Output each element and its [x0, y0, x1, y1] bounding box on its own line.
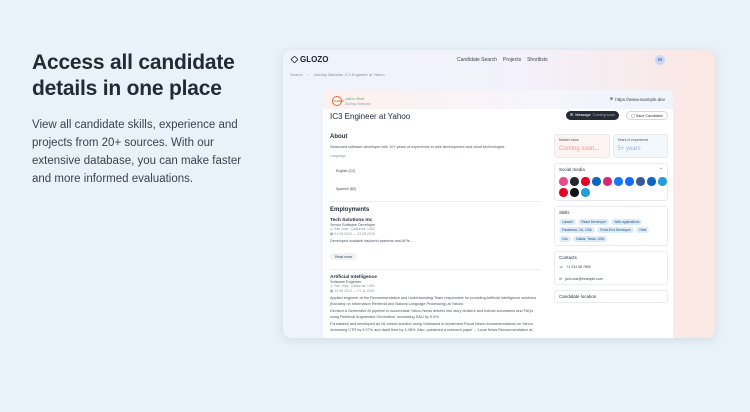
- globe-icon: ⊕: [609, 96, 614, 101]
- linkedin-icon-2[interactable]: [647, 177, 656, 186]
- dribbble-icon[interactable]: [559, 177, 568, 186]
- skill-tag: Css: [559, 235, 571, 242]
- social-heading: Social media: [559, 167, 585, 172]
- job-entry: Artificial Intelligence Software Enginee…: [330, 275, 540, 333]
- behance-icon[interactable]: [625, 177, 634, 186]
- experience-value: 5+ years: [617, 146, 641, 152]
- contact-email[interactable]: ✉ john.doe@example.com: [559, 277, 663, 281]
- mail-icon: ✉: [559, 276, 562, 281]
- message-icon: ✉: [570, 113, 574, 117]
- market-value-box: Market value Coming soon...: [554, 134, 610, 158]
- pinterest-icon[interactable]: [581, 177, 590, 186]
- save-label: Save Candidate: [635, 114, 663, 118]
- nav-links: Candidate Search Projects Shortlists: [457, 57, 548, 63]
- app-screenshot: GLOZO Candidate Search Projects Shortlis…: [283, 50, 715, 338]
- skill-tag: Laravel: [559, 218, 576, 225]
- telegram-icon[interactable]: [658, 177, 667, 186]
- contacts-heading: Contacts: [559, 254, 577, 260]
- main-column: About Seasoned software developer with 1…: [330, 134, 540, 333]
- breadcrumb: Search › Akshay Bahadur IC3 Engineer at …: [290, 72, 385, 77]
- hero-section: Access all candidate details in one plac…: [32, 50, 252, 188]
- github-icon[interactable]: [570, 177, 579, 186]
- message-button[interactable]: ✉ Message Coming soon: [566, 111, 619, 120]
- nav-link-candidate-search[interactable]: Candidate Search: [457, 57, 497, 63]
- candidate-name: Akshay Bahadur: [345, 101, 371, 106]
- job-dates: ▦ 01.06.2015 — 24.08.2020: [330, 232, 375, 236]
- stats-row: Market value Coming soon... Years of exp…: [554, 134, 668, 158]
- job-desc: Applied engineer at the Recommendation a…: [330, 296, 537, 306]
- linkedin-icon[interactable]: [592, 177, 601, 186]
- experience-box: Years of experience 5+ years: [612, 134, 668, 158]
- skill-tag: Web applications: [611, 218, 643, 225]
- nav-link-shortlists[interactable]: Shortlists: [527, 57, 548, 63]
- experience-label: Years of experience: [617, 138, 649, 142]
- location-heading: Candidate location: [559, 293, 597, 299]
- breadcrumb-sep: ›: [307, 72, 310, 77]
- divider: [330, 200, 540, 201]
- language-list: English (C2) Spanish (B2): [330, 159, 540, 195]
- pinterest-icon-2[interactable]: [559, 188, 568, 197]
- skills-list: Laravel React Developer Web applications Pa…: [559, 218, 663, 242]
- contact-phone[interactable]: ☏ +1 234 56 7890: [559, 265, 663, 269]
- side-column: Market value Coming soon... Years of exp…: [554, 134, 668, 303]
- user-avatar[interactable]: M: [655, 55, 665, 65]
- brand-logo[interactable]: GLOZO: [290, 55, 329, 64]
- employments-heading: Employments: [330, 207, 370, 213]
- contacts-box: Contacts ☏ +1 234 56 7890 ✉ john.doe@exa…: [554, 250, 668, 285]
- phone-text: +1 234 56 7890: [566, 264, 591, 269]
- facebook-icon[interactable]: [614, 177, 623, 186]
- instagram-icon[interactable]: [603, 177, 612, 186]
- phone-icon: ☏: [559, 264, 564, 269]
- market-value: Coming soon...: [559, 146, 600, 152]
- company-logo: YAHOO: [332, 96, 344, 106]
- language-item: English (C2): [336, 168, 356, 173]
- job-desc: Formalized and developed an NL-based sol…: [330, 322, 536, 332]
- divider: [330, 268, 540, 269]
- market-value-label: Market value: [559, 138, 580, 142]
- social-icons: [559, 177, 669, 197]
- social-media-box: Social media ⌃: [554, 163, 668, 201]
- facebook-icon-2[interactable]: [636, 177, 645, 186]
- social-header[interactable]: Social media ⌃: [559, 167, 663, 173]
- breadcrumb-search[interactable]: Search: [290, 72, 303, 77]
- tiktok-icon[interactable]: [570, 188, 579, 197]
- breadcrumb-current: Akshay Bahadur IC3 Engineer at Yahoo: [314, 72, 385, 77]
- top-nav: GLOZO Candidate Search Projects Shortlis…: [283, 50, 715, 72]
- job-desc: Developed scalable backend systems and A…: [330, 239, 413, 243]
- message-sub: Coming soon: [592, 113, 615, 117]
- skills-box: Skills Laravel React Developer Web applica…: [554, 205, 668, 246]
- about-heading: About: [330, 134, 348, 140]
- about-text: Seasoned software developer with 10+ yea…: [330, 145, 506, 149]
- hero-title: Access all candidate details in one plac…: [32, 51, 235, 100]
- candidate-header: YAHOO Just In Work Akshay Bahadur ⊕ http…: [323, 90, 673, 109]
- logo-mark-icon: [290, 55, 299, 64]
- skills-heading: Skills: [559, 209, 570, 215]
- hero-body: View all candidate skills, experience an…: [32, 119, 242, 185]
- skill-tag: Pasadena, CA, USA: [559, 227, 595, 233]
- candidate-title: IC3 Engineer at Yahoo: [330, 112, 411, 121]
- skill-tag: Front-End Developer: [597, 227, 634, 233]
- bookmark-icon: ▢: [631, 114, 635, 118]
- job-dates: ▦ 22.08.2015 — 27.11.2020: [330, 289, 375, 293]
- read-more-button[interactable]: Read more: [330, 253, 358, 260]
- job-entry: Tech Solutions Inc Senior Software Devel…: [330, 218, 540, 263]
- website-link[interactable]: ⊕ https://www.example.dev: [609, 96, 665, 102]
- email-text: john.doe@example.com: [564, 276, 603, 281]
- telegram-icon-2[interactable]: [581, 188, 590, 197]
- header-meta: Just In Work Akshay Bahadur: [345, 97, 371, 106]
- nav-link-projects[interactable]: Projects: [503, 57, 521, 63]
- save-candidate-button[interactable]: ▢ Save Candidate: [626, 111, 668, 120]
- message-label: Message: [575, 113, 591, 117]
- logo-text: GLOZO: [300, 55, 329, 64]
- skill-tag: React Developer: [578, 218, 609, 225]
- skill-tag: Html: [636, 227, 650, 233]
- location-box: Candidate location: [554, 289, 668, 303]
- chevron-up-icon: ⌃: [659, 167, 663, 172]
- language-item: Spanish (B2): [336, 186, 357, 191]
- candidate-card: YAHOO Just In Work Akshay Bahadur ⊕ http…: [323, 90, 673, 338]
- job-desc: Devised a Generative AI pipeline to accu…: [330, 309, 534, 319]
- skill-tag: Dallas, Texas, USA: [573, 235, 608, 242]
- website-url: https://www.example.dev: [615, 96, 665, 102]
